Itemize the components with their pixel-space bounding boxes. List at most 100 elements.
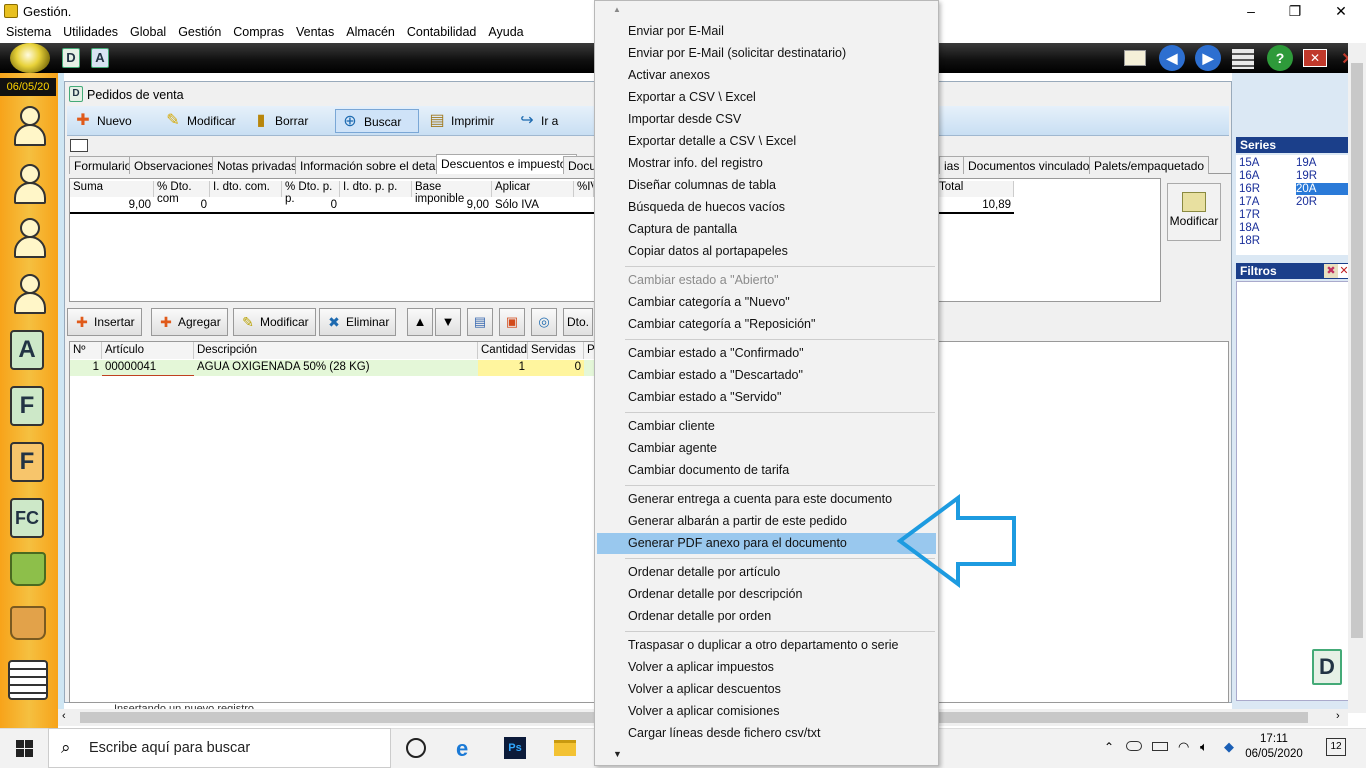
menu-item-estado-descartado[interactable]: Cambiar estado a "Descartado" <box>628 368 803 382</box>
menu-item-empty-gaps[interactable]: Búsqueda de huecos vacíos <box>628 200 785 214</box>
notebook-icon[interactable] <box>8 660 48 700</box>
vertical-scrollbar[interactable] <box>1348 43 1366 713</box>
row-descripcion[interactable]: AGUA OXIGENADA 50% (28 KG) <box>194 360 478 376</box>
d-app-icon[interactable]: D <box>62 48 80 68</box>
series-item[interactable]: 16R <box>1239 183 1260 195</box>
wifi-icon[interactable]: ◠ <box>1178 739 1189 755</box>
mail-icon[interactable] <box>1124 50 1146 66</box>
menu-ventas[interactable]: Ventas <box>290 22 340 39</box>
taskbar-search[interactable]: ⌕ Escribe aquí para buscar <box>48 728 391 768</box>
factura-compra-icon[interactable]: F <box>10 442 44 482</box>
search-button[interactable]: ⊕ Buscar <box>335 109 419 133</box>
back-arrow-icon[interactable]: ◀ <box>1159 45 1185 71</box>
menu-sistema[interactable]: Sistema <box>0 22 57 39</box>
tab-formulario[interactable]: Formulario <box>69 156 137 174</box>
minimize-button[interactable]: – <box>1228 0 1274 22</box>
close-button[interactable]: ✕ <box>1318 0 1364 22</box>
val-total[interactable]: 10,89 <box>936 199 1014 214</box>
help-icon[interactable]: ? <box>1267 45 1293 71</box>
shopping-bag-icon[interactable] <box>10 552 46 586</box>
windows-start-icon[interactable] <box>16 740 33 757</box>
article-button[interactable]: ▣ <box>499 308 525 336</box>
menu-item-cargar-lineas[interactable]: Cargar líneas desde fichero csv/txt <box>628 726 820 740</box>
new-button[interactable]: ✚ Nuevo <box>69 109 136 133</box>
tab-notas-privadas[interactable]: Notas privadas <box>212 156 303 174</box>
fc-icon[interactable]: FC <box>10 498 44 538</box>
tray-chevron-icon[interactable]: ⌃ <box>1104 740 1114 754</box>
row-articulo[interactable]: 00000041 <box>102 360 194 376</box>
modify-line-button[interactable]: ✎ Modificar <box>233 308 316 336</box>
menu-item-estado-confirmado[interactable]: Cambiar estado a "Confirmado" <box>628 346 804 360</box>
photoshop-icon[interactable]: Ps <box>504 737 526 759</box>
series-item[interactable]: 18R <box>1239 235 1260 247</box>
users-group-icon[interactable] <box>14 106 46 148</box>
val-idto-com[interactable] <box>210 199 282 214</box>
print-button[interactable]: ▤ Imprimir <box>423 109 498 133</box>
file-explorer-icon[interactable] <box>554 740 576 756</box>
val-dto-com[interactable]: 0 <box>154 199 210 214</box>
task-view-icon[interactable] <box>406 738 426 758</box>
val-dto-pp[interactable]: 0 <box>282 199 340 214</box>
move-up-button[interactable]: ▲ <box>407 308 433 336</box>
edge-icon[interactable]: e <box>456 736 468 762</box>
menu-item-ordenar-articulo[interactable]: Ordenar detalle por artículo <box>628 565 780 579</box>
menu-gestion[interactable]: Gestión <box>172 22 227 39</box>
tab-observaciones[interactable]: Observaciones <box>129 156 220 174</box>
menu-item-cambiar-cliente[interactable]: Cambiar cliente <box>628 419 715 433</box>
menu-item-traspasar[interactable]: Traspasar o duplicar a otro departamento… <box>628 638 899 652</box>
menu-item-record-info[interactable]: Mostrar info. del registro <box>628 156 763 170</box>
menu-item-generar-albaran[interactable]: Generar albarán a partir de este pedido <box>628 514 847 528</box>
menu-item-entrega-cuenta[interactable]: Generar entrega a cuenta para este docum… <box>628 492 892 506</box>
menu-item-email-recipient[interactable]: Enviar por E-Mail (solicitar destinatari… <box>628 46 846 60</box>
menu-utilidades[interactable]: Utilidades <box>57 22 124 39</box>
menu-almacen[interactable]: Almacén <box>340 22 401 39</box>
goto-button[interactable]: ↪ Ir a <box>513 109 562 133</box>
cloud-icon[interactable] <box>1126 741 1142 751</box>
menu-item-export-detail-csv[interactable]: Exportar detalle a CSV \ Excel <box>628 134 796 148</box>
factura-icon[interactable]: F <box>10 386 44 426</box>
series-item-selected[interactable]: 20A <box>1296 183 1350 195</box>
row-servidas[interactable]: 0 <box>528 360 584 376</box>
menu-item-categoria-reposicion[interactable]: Cambiar categoría a "Reposición" <box>628 317 815 331</box>
battery-icon[interactable] <box>1152 742 1168 751</box>
supplier-icon[interactable] <box>14 218 46 260</box>
close-window-icon[interactable]: ✕ <box>1303 49 1327 67</box>
purchase-bag-icon[interactable] <box>10 606 46 640</box>
globe-icon[interactable] <box>10 43 50 73</box>
row-numero[interactable]: 1 <box>70 360 102 376</box>
menu-item-ordenar-orden[interactable]: Ordenar detalle por orden <box>628 609 771 623</box>
menu-item-export-csv[interactable]: Exportar a CSV \ Excel <box>628 90 756 104</box>
series-item[interactable]: 15A <box>1239 157 1259 169</box>
series-item[interactable]: 17A <box>1239 196 1259 208</box>
series-item[interactable]: 18A <box>1239 222 1259 234</box>
menu-global[interactable]: Global <box>124 22 172 39</box>
val-aplicar[interactable]: Sólo IVA <box>492 199 574 214</box>
vscroll-thumb[interactable] <box>1351 63 1363 638</box>
val-idto-pp[interactable] <box>340 199 412 214</box>
menu-item-activar-anexos[interactable]: Activar anexos <box>628 68 710 82</box>
menu-item-reaplicar-impuestos[interactable]: Volver a aplicar impuestos <box>628 660 774 674</box>
menu-item-generar-pdf-anexo[interactable]: Generar PDF anexo para el documento <box>628 536 847 550</box>
menu-item-design-columns[interactable]: Diseñar columnas de tabla <box>628 178 776 192</box>
delete-button[interactable]: ▮ Borrar <box>247 109 312 133</box>
menu-item-email[interactable]: Enviar por E-Mail <box>628 24 724 38</box>
volume-icon[interactable]: 🔈︎ <box>1200 739 1208 755</box>
window-list-icon[interactable] <box>1232 49 1254 69</box>
menu-item-screenshot[interactable]: Captura de pantalla <box>628 222 737 236</box>
val-suma[interactable]: 9,00 <box>70 199 154 214</box>
tab-palets[interactable]: Palets/empaquetado <box>1089 156 1210 174</box>
series-item[interactable]: 16A <box>1239 170 1259 182</box>
tab-descuentos-impuestos[interactable]: Descuentos e impuestos <box>436 154 578 174</box>
tab-ias[interactable]: ias <box>939 156 965 174</box>
form-view-icon[interactable] <box>70 139 88 152</box>
scroll-left-icon[interactable]: ‹ <box>62 710 66 722</box>
delete-line-button[interactable]: ✖ Eliminar <box>319 308 397 336</box>
discount-button[interactable]: Dto. <box>563 308 593 336</box>
customer-icon[interactable] <box>14 164 46 206</box>
agent-icon[interactable] <box>14 274 46 316</box>
menu-item-ordenar-descripcion[interactable]: Ordenar detalle por descripción <box>628 587 802 601</box>
clear-filters-icon[interactable]: ✖ <box>1324 264 1338 278</box>
add-line-button[interactable]: ✚ Agregar <box>151 308 228 336</box>
forward-arrow-icon[interactable]: ▶ <box>1195 45 1221 71</box>
a-app-icon[interactable]: A <box>91 48 109 68</box>
